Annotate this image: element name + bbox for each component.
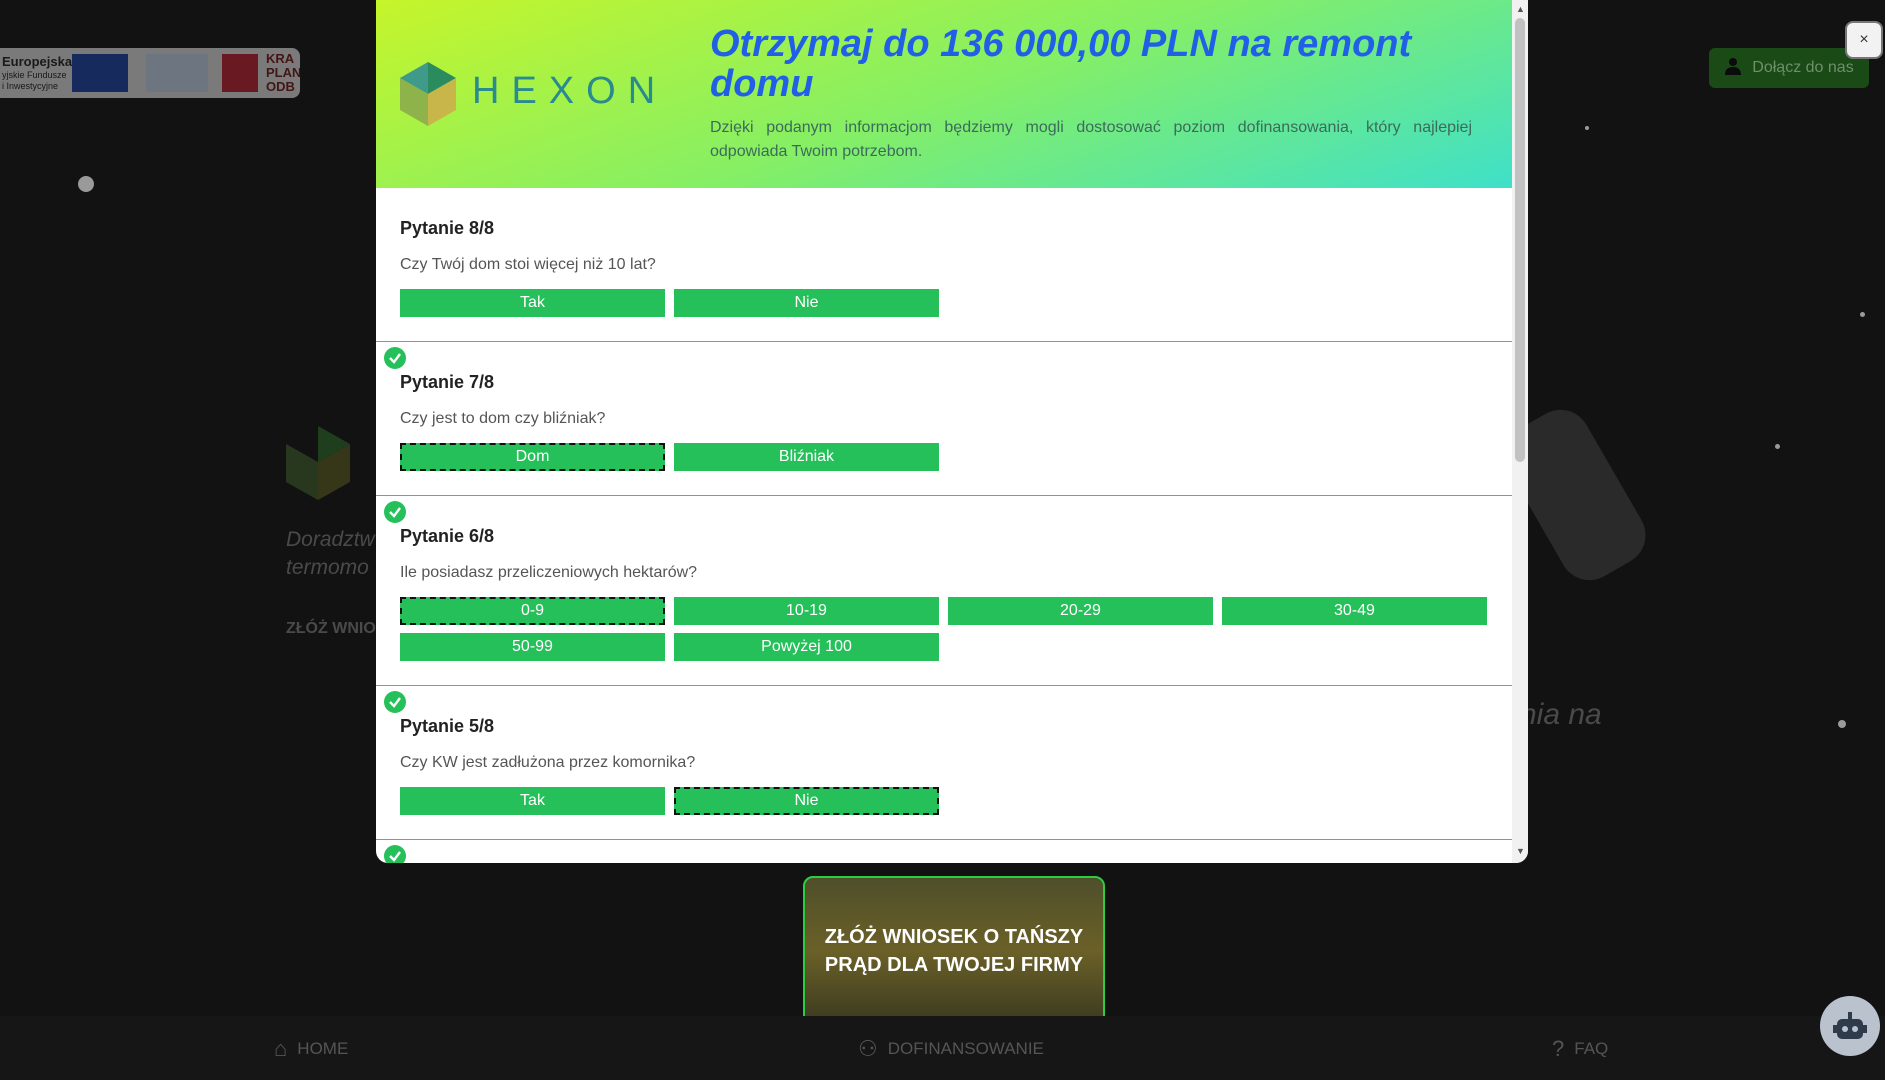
answer-option-button[interactable]: Dom — [400, 443, 665, 471]
question-number: Pytanie 5/8 — [400, 716, 495, 736]
question-text: Ile posiadasz przeliczeniowych hektarów? — [400, 564, 698, 581]
answer-options: 0-9 10-19 20-29 30-49 50-99 Powyżej 100 — [400, 597, 1492, 685]
answer-option-button[interactable]: 0-9 — [400, 597, 665, 625]
hexon-logo-icon — [400, 62, 456, 126]
subsidy-form-modal: HEXON Otrzymaj do 136 000,00 PLN na remo… — [376, 0, 1528, 863]
answer-option-button[interactable]: Powyżej 100 — [674, 633, 939, 661]
question-number: Pytanie 8/8 — [400, 218, 495, 238]
answered-check-icon — [384, 501, 406, 523]
scrollbar-thumb[interactable] — [1515, 18, 1525, 462]
answer-option-button[interactable]: Tak — [400, 289, 665, 317]
answer-option-button[interactable]: 10-19 — [674, 597, 939, 625]
question-block: Pytanie 7/8 Czy jest to dom czy bliźniak?… — [376, 342, 1512, 496]
answered-check-icon — [384, 691, 406, 713]
answer-option-button[interactable]: Nie — [674, 787, 939, 815]
answer-option-button[interactable]: 50-99 — [400, 633, 665, 661]
answer-option-button[interactable]: 30-49 — [1222, 597, 1487, 625]
question-block: Pytanie 5/8 Czy KW jest zadłużona przez k… — [376, 686, 1512, 840]
answer-option-button[interactable]: Nie — [674, 289, 939, 317]
answer-options: Tak Nie — [400, 787, 1492, 839]
question-text: Czy KW jest zadłużona przez komornika? — [400, 754, 696, 771]
question-block: Pytanie 4/8 — [376, 840, 1512, 863]
modal-title: Otrzymaj do 136 000,00 PLN na remont dom… — [710, 23, 1412, 105]
answer-option-button[interactable]: Tak — [400, 787, 665, 815]
question-number: Pytanie 6/8 — [400, 526, 495, 546]
scroll-up-icon[interactable]: ▲ — [1516, 4, 1525, 14]
modal-header: HEXON Otrzymaj do 136 000,00 PLN na remo… — [376, 0, 1512, 188]
answer-option-button[interactable]: Bliźniak — [674, 443, 939, 471]
close-icon: × — [1859, 31, 1869, 48]
question-block: Pytanie 8/8 Czy Twój dom stoi więcej niż … — [376, 188, 1512, 342]
question-number: Pytanie 4/8 — [400, 840, 1512, 863]
modal-subtitle: Dzięki podanym informacjom będziemy mogl… — [710, 119, 1472, 160]
answered-check-icon — [384, 845, 406, 863]
question-block: Pytanie 6/8 Ile posiadasz przeliczeniowyc… — [376, 496, 1512, 686]
modal-scrollbar[interactable]: ▲ ▼ — [1512, 0, 1528, 863]
answer-option-button[interactable]: 20-29 — [948, 597, 1213, 625]
question-text: Czy jest to dom czy bliźniak? — [400, 410, 606, 427]
scroll-down-icon[interactable]: ▼ — [1516, 846, 1525, 856]
question-number: Pytanie 7/8 — [400, 372, 495, 392]
questions-list[interactable]: Pytanie 8/8 Czy Twój dom stoi więcej niż … — [376, 188, 1512, 863]
close-modal-button[interactable]: × — [1845, 21, 1883, 59]
question-text: Czy Twój dom stoi więcej niż 10 lat? — [400, 256, 656, 273]
answer-options: Dom Bliźniak — [400, 443, 1492, 495]
hexon-logo-text: HEXON — [472, 70, 668, 112]
answered-check-icon — [384, 347, 406, 369]
answer-options: Tak Nie — [400, 289, 1492, 341]
